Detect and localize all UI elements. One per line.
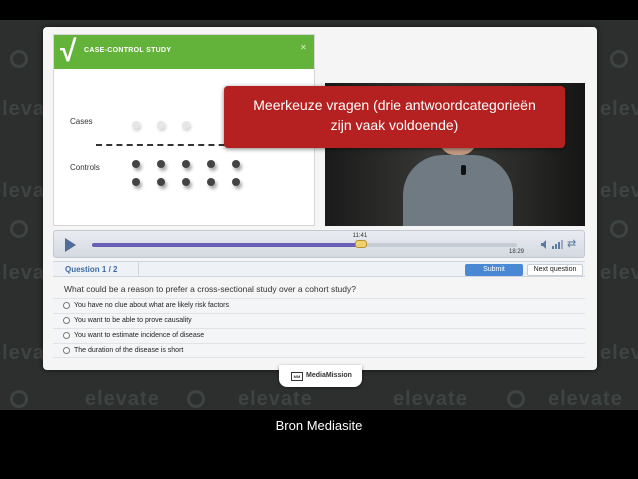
current-time: 11:41 (352, 233, 368, 239)
gear-icon (187, 390, 205, 408)
mediamission-logo-icon: MM (291, 372, 303, 381)
tab-divider (138, 262, 139, 276)
answer-label: You have no clue about what are likely r… (74, 302, 229, 309)
question-counter: Question 1 / 2 (65, 265, 118, 274)
radio-button[interactable] (63, 347, 70, 354)
stage: elevate elevate elevate elevate elevate … (0, 0, 638, 479)
control-dot (207, 160, 215, 168)
answer-option[interactable]: You want to be able to prove causality (53, 313, 585, 328)
case-dot (157, 121, 165, 129)
background-word: elevate (600, 262, 638, 284)
volume-icon[interactable] (541, 240, 550, 249)
seek-progress (92, 243, 361, 247)
control-dot (232, 160, 240, 168)
brand-tab: MM MediaMission (279, 365, 362, 387)
microphone-icon (461, 165, 466, 175)
control-dot (157, 178, 165, 186)
next-question-button[interactable]: Next question (527, 264, 583, 276)
checkmark-icon: √ (60, 35, 77, 68)
control-dot (157, 160, 165, 168)
background-word: elevate (600, 98, 638, 120)
background-word: elevate (600, 180, 638, 202)
control-dot (132, 160, 140, 168)
seek-handle[interactable] (354, 240, 367, 248)
slide-title: CASE-CONTROL STUDY (84, 47, 172, 54)
volume-level-icon[interactable] (552, 240, 564, 249)
playback-controls: 11:41 18:29 ⇄ (53, 230, 585, 258)
gear-icon (610, 50, 628, 68)
case-dot (182, 121, 190, 129)
gear-icon (10, 390, 28, 408)
radio-button[interactable] (63, 317, 70, 324)
tooltip-balloon: Meerkeuze vragen (drie antwoordcategorie… (224, 86, 565, 148)
close-icon: ✕ (300, 43, 307, 52)
radio-button[interactable] (63, 332, 70, 339)
background-word: elevate (238, 388, 313, 410)
duration: 18:29 (509, 249, 525, 255)
controls-label: Controls (70, 163, 100, 172)
case-dot (132, 121, 140, 129)
play-icon[interactable] (65, 238, 76, 252)
tooltip-line-2: zijn vaak voldoende) (330, 117, 459, 133)
quiz-header: Question 1 / 2 Submit Next question (53, 261, 585, 277)
slide-header: √ CASE-CONTROL STUDY ✕ (54, 35, 314, 69)
control-dot (232, 178, 240, 186)
cases-label: Cases (70, 117, 93, 126)
gear-icon (10, 220, 28, 238)
question-text: What could be a reason to prefer a cross… (64, 284, 356, 294)
presenter-body (403, 155, 513, 226)
radio-button[interactable] (63, 302, 70, 309)
answer-option[interactable]: The duration of the disease is short (53, 343, 585, 358)
background-word: elevate (548, 388, 623, 410)
control-dot (132, 178, 140, 186)
control-dot (182, 160, 190, 168)
swap-layout-icon[interactable]: ⇄ (567, 238, 576, 250)
brand-name: MediaMission (306, 372, 352, 379)
background-word: elevate (600, 342, 638, 364)
caption: Bron Mediasite (275, 418, 363, 433)
submit-button[interactable]: Submit (465, 264, 523, 276)
gear-icon (507, 390, 525, 408)
control-dot (182, 178, 190, 186)
answer-label: The duration of the disease is short (74, 347, 184, 354)
control-dot (207, 178, 215, 186)
tooltip-line-1: Meerkeuze vragen (drie antwoordcategorie… (253, 97, 536, 113)
answer-option[interactable]: You have no clue about what are likely r… (53, 298, 585, 313)
answer-options: You have no clue about what are likely r… (53, 298, 585, 358)
gear-icon (610, 220, 628, 238)
player-window: √ CASE-CONTROL STUDY ✕ Cases Controls Me… (43, 27, 597, 370)
answer-label: You want to estimate incidence of diseas… (74, 332, 205, 339)
background-word: elevate (85, 388, 160, 410)
answer-option[interactable]: You want to estimate incidence of diseas… (53, 328, 585, 343)
gear-icon (10, 50, 28, 68)
answer-label: You want to be able to prove causality (74, 317, 192, 324)
background-word: elevate (393, 388, 468, 410)
